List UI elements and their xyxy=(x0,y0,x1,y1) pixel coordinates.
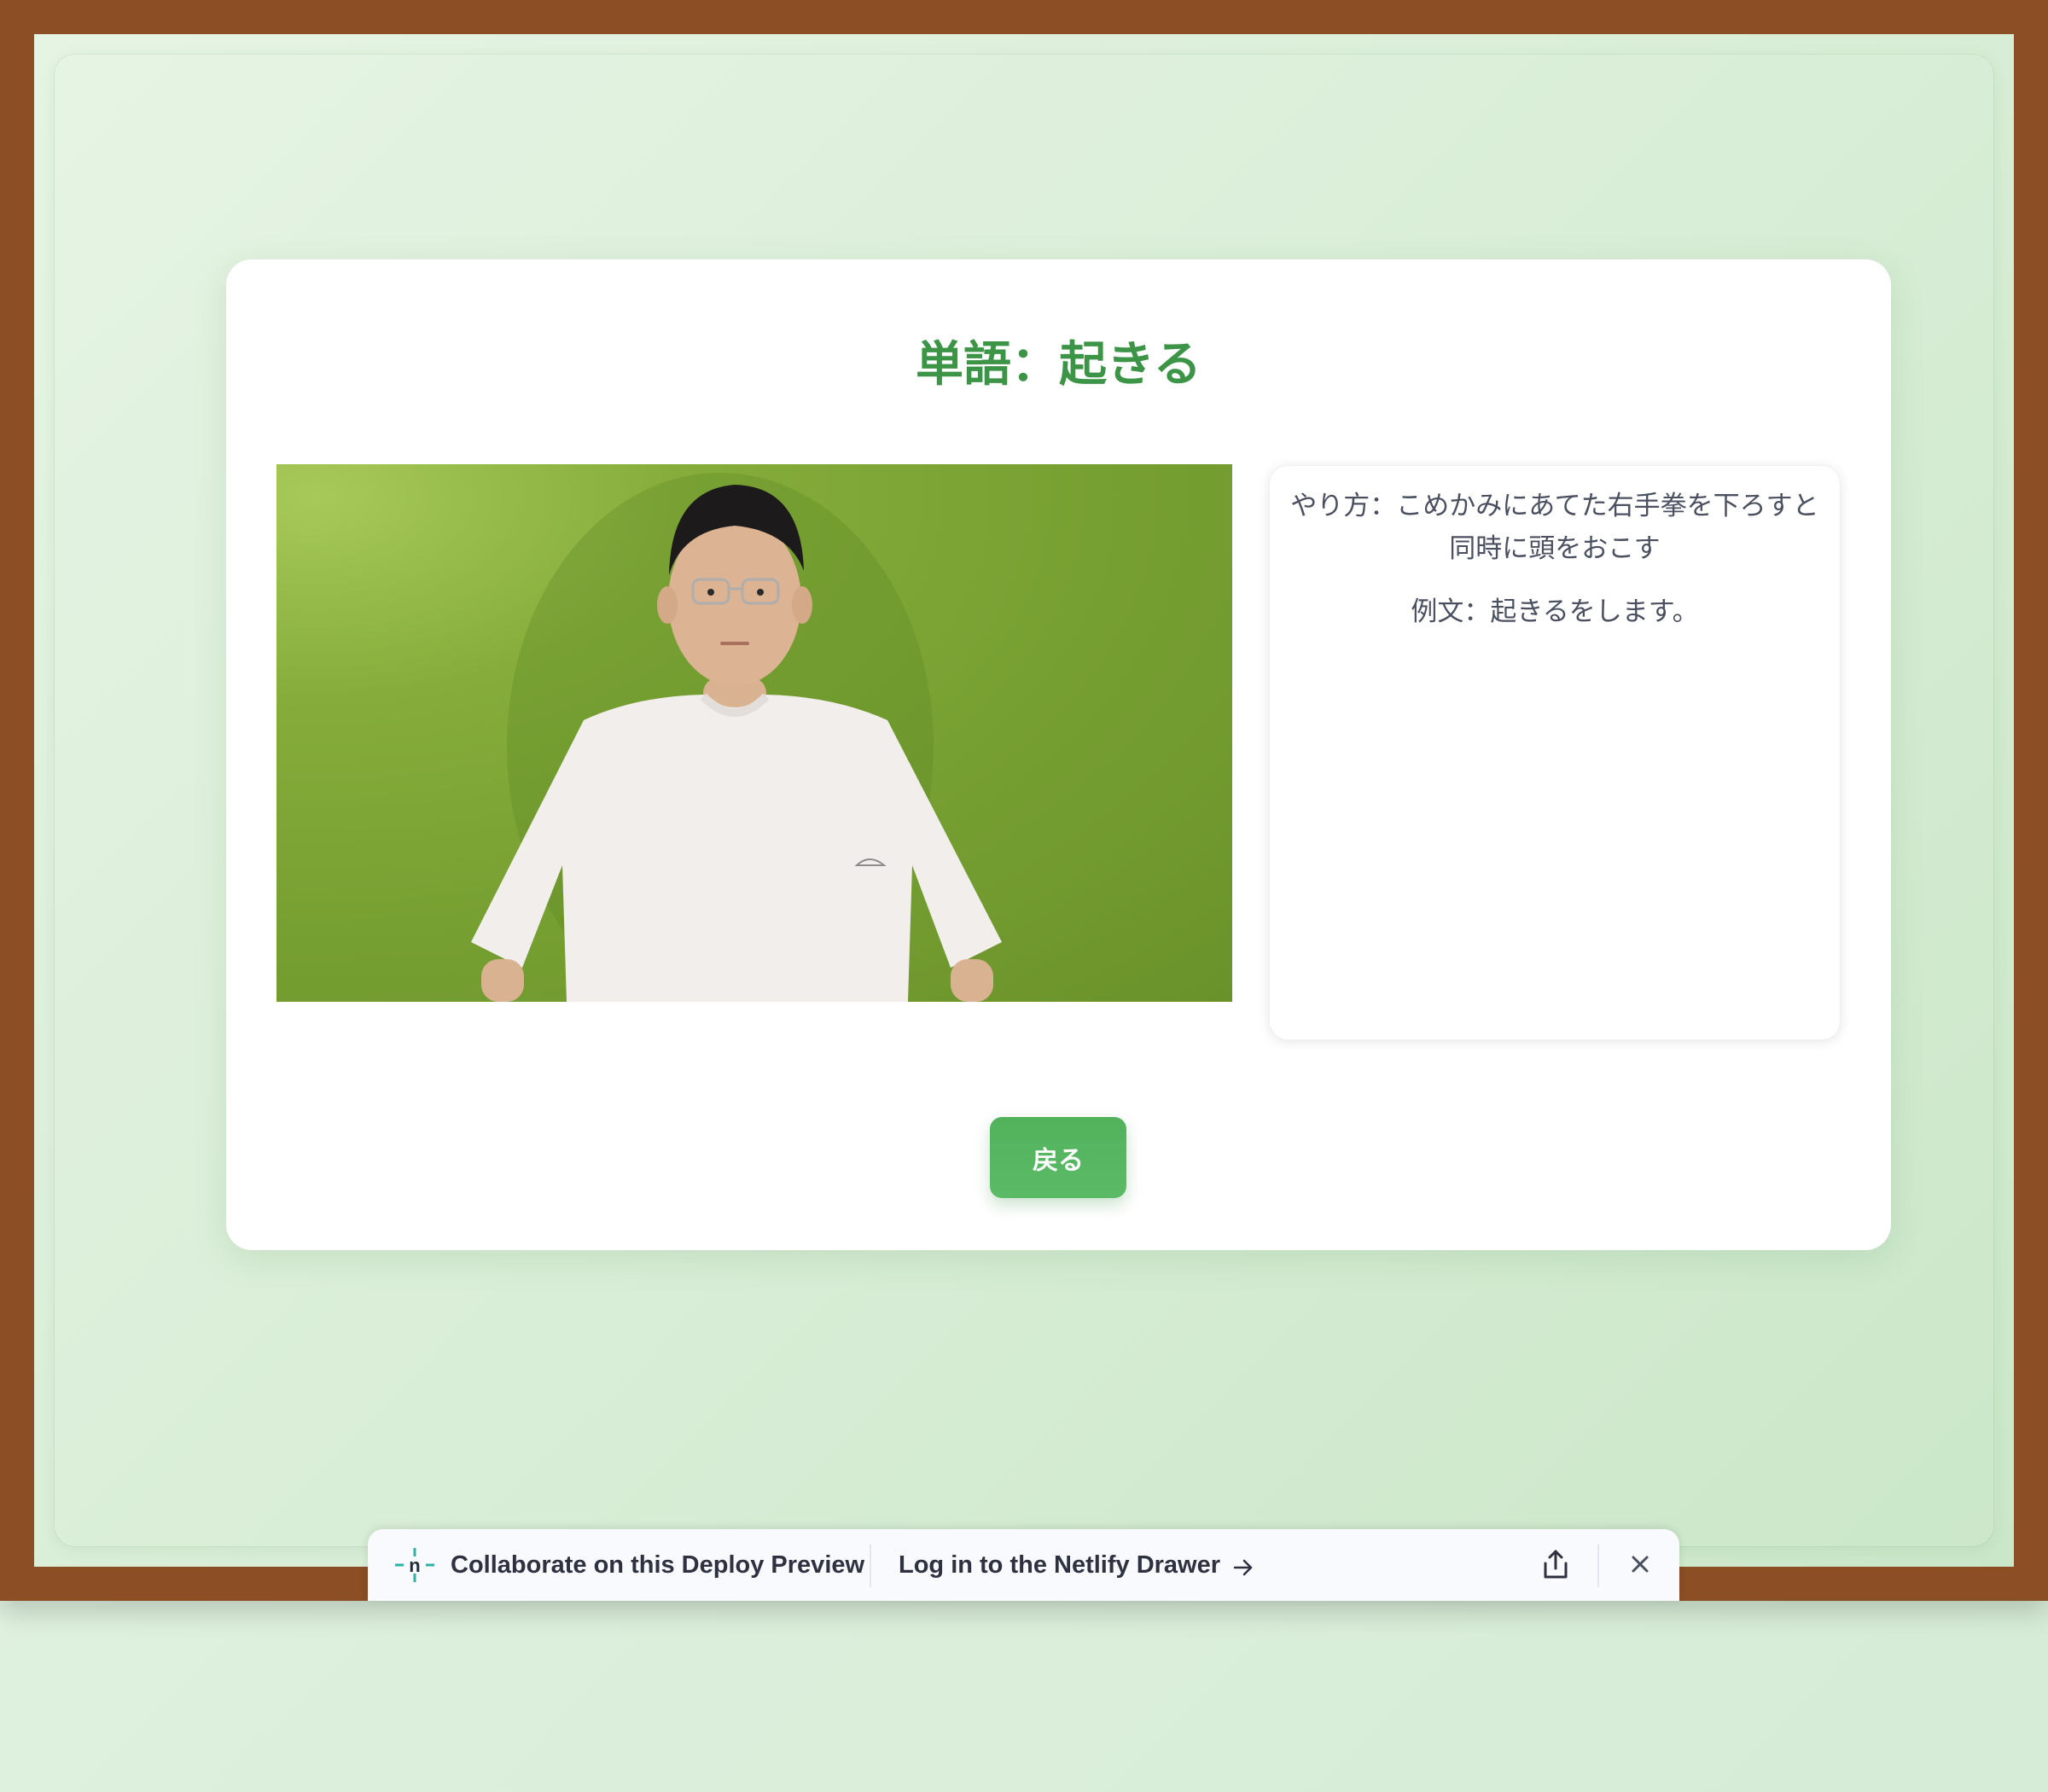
svg-text:n: n xyxy=(409,1555,420,1576)
login-link[interactable]: Log in to the Netlify Drawer xyxy=(899,1548,1254,1582)
sign-description-box: やり方：こめかみにあてた右手拳を下ろすと同時に頭をおこす 例文：起きるをします。 xyxy=(1269,465,1841,1040)
page-background: 単語：起きる やり方：こめかみにあてた右手拳を下ろすと同時に頭をおこす 例文：起… xyxy=(34,34,2014,1567)
arrow-right-icon xyxy=(1232,1554,1254,1576)
drawer-divider xyxy=(1597,1545,1599,1587)
sign-video[interactable] xyxy=(276,464,1232,1002)
collaborate-text: Collaborate on this Deploy Preview xyxy=(451,1551,865,1579)
page-title: 単語：起きる xyxy=(916,337,1201,393)
back-button[interactable]: 戻る xyxy=(990,1117,1126,1198)
netlify-logo-icon: n xyxy=(393,1546,436,1584)
window-frame: 単語：起きる やり方：こめかみにあてた右手拳を下ろすと同時に頭をおこす 例文：起… xyxy=(0,0,2048,1601)
share-icon[interactable] xyxy=(1540,1548,1571,1582)
signer-illustration xyxy=(471,473,1002,1002)
method-text: やり方：こめかみにあてた右手拳を下ろすと同時に頭をおこす xyxy=(1290,491,1819,564)
netlify-drawer-bar: n Collaborate on this Deploy Preview Log… xyxy=(368,1529,1679,1601)
close-icon[interactable] xyxy=(1626,1550,1655,1579)
word-card: 単語：起きる やり方：こめかみにあてた右手拳を下ろすと同時に頭をおこす 例文：起… xyxy=(226,259,1891,1250)
example-text: 例文：起きるをします。 xyxy=(1411,596,1699,627)
drawer-divider xyxy=(870,1545,871,1587)
login-link-label: Log in to the Netlify Drawer xyxy=(899,1551,1221,1579)
